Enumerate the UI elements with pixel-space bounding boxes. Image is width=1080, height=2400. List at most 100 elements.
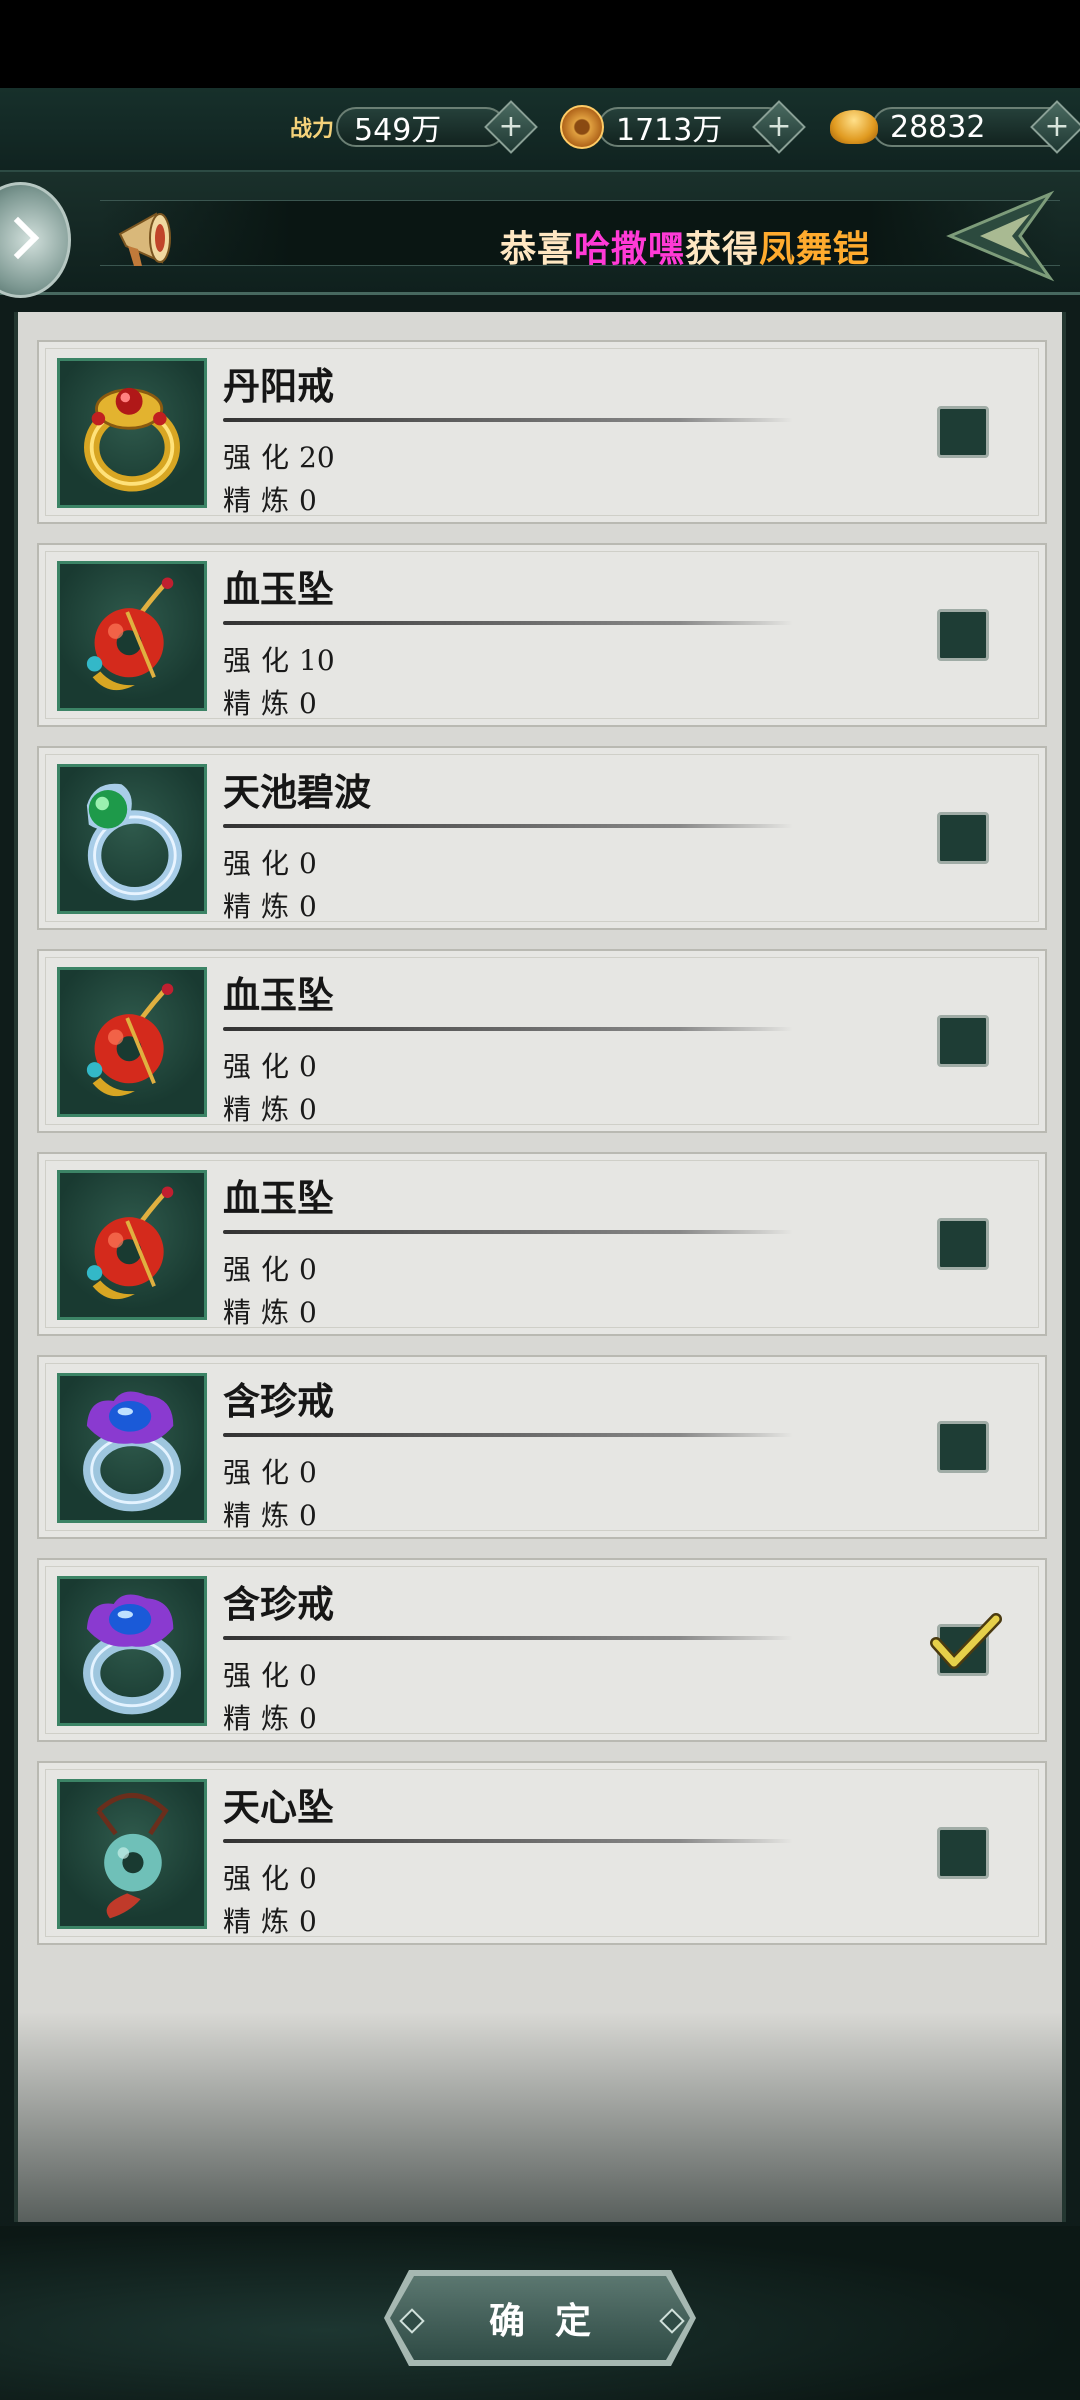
broadcast-bar: 恭喜哈撒嘿获得凤舞铠: [0, 172, 1080, 298]
blood-jade-pendant-icon: [57, 967, 207, 1117]
equipment-row[interactable]: 含珍戒 强化0 精炼0: [37, 1558, 1047, 1742]
refine-stat: 精炼0: [223, 1900, 317, 1940]
equipment-row[interactable]: 含珍戒 强化0 精炼0: [37, 1355, 1047, 1539]
select-checkbox[interactable]: [937, 1827, 989, 1879]
jade-disc-pendant-icon: [57, 1779, 207, 1929]
refine-value: 0: [299, 484, 317, 517]
equipment-row[interactable]: 血玉坠 强化0 精炼0: [37, 1152, 1047, 1336]
broadcast-message: 恭喜哈撒嘿获得凤舞铠: [500, 220, 870, 272]
equipment-name: 血玉坠: [223, 973, 334, 1017]
enhance-label: 强化: [223, 1659, 300, 1692]
refine-stat: 精炼0: [223, 682, 317, 722]
select-checkbox[interactable]: [930, 1613, 1002, 1676]
enhance-label: 强化: [223, 1253, 300, 1286]
enhance-label: 强化: [223, 1456, 300, 1489]
equipment-name: 含珍戒: [223, 1582, 334, 1626]
blood-jade-pendant-icon: [57, 561, 207, 711]
confirm-button[interactable]: 确定: [390, 2276, 690, 2360]
enhance-stat: 强化0: [223, 1451, 317, 1491]
enhance-value: 0: [299, 847, 317, 880]
enhance-value: 0: [299, 1659, 317, 1692]
equipment-name: 天池碧波: [223, 770, 371, 814]
equipment-row[interactable]: 血玉坠 强化0 精炼0: [37, 949, 1047, 1133]
enhance-label: 强化: [223, 847, 300, 880]
enhance-value: 20: [299, 441, 335, 474]
refine-label: 精炼: [223, 1093, 300, 1126]
sapphire-ring-icon: [57, 1373, 207, 1523]
divider: [223, 418, 793, 422]
divider: [223, 1027, 793, 1031]
divider: [223, 621, 793, 625]
select-checkbox[interactable]: [937, 609, 989, 661]
ingot-value: 28832: [890, 109, 986, 145]
equipment-name: 含珍戒: [223, 1379, 334, 1423]
refine-stat: 精炼0: [223, 1291, 317, 1331]
sapphire-ring-icon: [57, 1576, 207, 1726]
enhance-stat: 强化10: [223, 639, 335, 679]
equipment-name: 血玉坠: [223, 567, 334, 611]
select-checkbox[interactable]: [937, 1421, 989, 1473]
enhance-label: 强化: [223, 644, 300, 677]
refine-stat: 精炼0: [223, 1494, 317, 1534]
power-label: 战力: [290, 116, 335, 142]
copper-coin-icon: [560, 105, 604, 149]
enhance-value: 0: [299, 1456, 317, 1489]
gold-ring-icon: [57, 358, 207, 508]
enhance-value: 10: [299, 644, 335, 677]
enhance-stat: 强化0: [223, 1654, 317, 1694]
broadcast-item: 凤舞铠: [758, 228, 870, 270]
broadcast-prefix: 恭喜: [499, 228, 574, 270]
equipment-row[interactable]: 血玉坠 强化10 精炼0: [37, 543, 1047, 727]
select-checkbox[interactable]: [937, 406, 989, 458]
enhance-stat: 强化0: [223, 1045, 317, 1085]
copper-value: 1713万: [616, 113, 723, 148]
refine-value: 0: [299, 890, 317, 923]
equipment-list-panel: 丹阳戒 强化20 精炼0 血玉坠 强化10 精炼0 天池碧波 强化0 精炼0 血玉坠 强化0 精炼0 血…: [14, 312, 1066, 2222]
jade-ring-icon: [57, 764, 207, 914]
select-checkbox[interactable]: [937, 812, 989, 864]
equipment-row[interactable]: 天池碧波 强化0 精炼0: [37, 746, 1047, 930]
divider: [223, 1230, 793, 1234]
status-bar: [0, 0, 1080, 88]
refine-label: 精炼: [223, 1905, 300, 1938]
equipment-row[interactable]: 丹阳戒 强化20 精炼0: [37, 340, 1047, 524]
refine-value: 0: [299, 687, 317, 720]
horn-icon: [118, 212, 171, 266]
divider: [223, 1636, 793, 1640]
equipment-row[interactable]: 天心坠 强化0 精炼0: [37, 1761, 1047, 1945]
enhance-stat: 强化0: [223, 842, 317, 882]
enhance-stat: 强化0: [223, 1857, 317, 1897]
refine-value: 0: [299, 1702, 317, 1735]
refine-value: 0: [299, 1296, 317, 1329]
select-checkbox[interactable]: [937, 1218, 989, 1270]
broadcast-verb: 获得: [684, 228, 759, 270]
refine-label: 精炼: [223, 1296, 300, 1329]
power-display: 战力 549万 +: [290, 100, 538, 154]
enhance-value: 0: [299, 1253, 317, 1286]
equipment-name: 丹阳戒: [223, 364, 334, 408]
refine-label: 精炼: [223, 687, 300, 720]
copper-display: 1713万 +: [560, 100, 806, 154]
divider: [223, 1839, 793, 1843]
enhance-stat: 强化0: [223, 1248, 317, 1288]
gold-ingot-icon: [830, 110, 878, 144]
enhance-value: 0: [299, 1050, 317, 1083]
expand-arrow-icon[interactable]: [0, 182, 71, 298]
refine-stat: 精炼0: [223, 1088, 317, 1128]
power-value: 549万: [354, 113, 442, 148]
refine-label: 精炼: [223, 890, 300, 923]
ingot-display: 28832 +: [830, 100, 1080, 154]
refine-value: 0: [299, 1905, 317, 1938]
refine-value: 0: [299, 1499, 317, 1532]
divider: [223, 1433, 793, 1437]
power-pill: 549万: [336, 107, 507, 148]
broadcast-player: 哈撒嘿: [573, 228, 685, 270]
refine-stat: 精炼0: [223, 1697, 317, 1737]
emblem-icon: [946, 190, 1055, 282]
resource-bar: 战力 549万 + 1713万 + 28832 +: [0, 88, 1080, 172]
refine-label: 精炼: [223, 1702, 300, 1735]
enhance-label: 强化: [223, 441, 300, 474]
select-checkbox[interactable]: [937, 1015, 989, 1067]
blood-jade-pendant-icon: [57, 1170, 207, 1320]
refine-label: 精炼: [223, 1499, 300, 1532]
